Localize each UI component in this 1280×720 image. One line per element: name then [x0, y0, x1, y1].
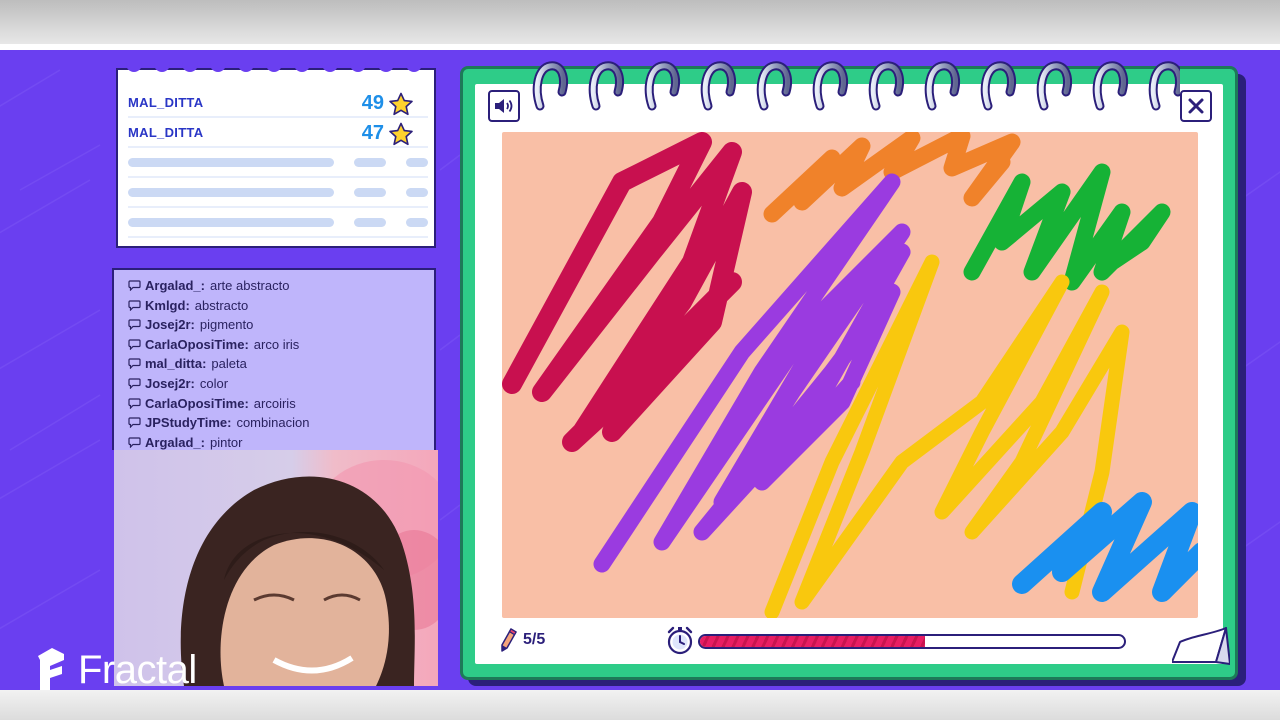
speech-bubble-icon [128, 437, 141, 448]
score-player-name: MAL_DITTA [128, 95, 204, 110]
empty-score-slot [354, 158, 386, 167]
empty-score-slot [128, 218, 334, 227]
pencil-icon [501, 628, 517, 652]
empty-score-slot [406, 158, 428, 167]
speech-bubble-icon [128, 319, 141, 331]
chat-message: Josej2r: color [128, 374, 228, 393]
speech-bubble-icon [128, 280, 141, 291]
chat-message: CarlaOposiTime: arcoiris [128, 394, 296, 413]
scoreboard-scallop-edge [126, 62, 422, 72]
score-points: 49 [361, 92, 384, 114]
speech-bubble-icon [128, 299, 141, 311]
chat-text: pigmento [199, 317, 254, 333]
chat-username: Kmlgd: [145, 297, 190, 313]
timer-bar [698, 634, 1126, 649]
bottom-blurred-band [0, 690, 1280, 720]
chat-username: Argalad_: [145, 278, 205, 293]
round-label: 5/5 [523, 631, 546, 648]
chat-text: abstracto [194, 297, 249, 313]
chat-message: Argalad_: pintor [128, 433, 243, 452]
score-divider [128, 236, 428, 238]
chat-username: CarlaOposiTime: [145, 336, 249, 352]
guess-chat: Argalad_: arte abstracto Kmlgd: abstract… [112, 268, 436, 450]
scribble-drawing [502, 132, 1198, 618]
chat-text: color [199, 376, 229, 391]
speech-bubble-icon [128, 358, 141, 370]
scoreboard: MAL_DITTA 49 MAL_DITTA 47 [116, 62, 436, 248]
speech-bubble-icon [128, 397, 141, 409]
speaker-icon [495, 99, 513, 113]
alarm-clock-icon [667, 626, 693, 655]
brand-logo-text: Fractal [78, 648, 197, 692]
chat-message: mal_ditta: paleta [128, 354, 247, 373]
chat-message: JPStudyTime: combinacion [128, 413, 309, 432]
score-divider [128, 116, 428, 118]
score-divider [128, 176, 428, 178]
score-row: MAL_DITTA 49 [128, 92, 428, 116]
speech-bubble-icon [128, 378, 141, 389]
chat-message: Kmlgd: abstracto [128, 296, 248, 315]
sound-toggle-button[interactable] [488, 90, 520, 122]
fractal-logo-mark [38, 648, 64, 690]
score-player-name: MAL_DITTA [128, 125, 204, 140]
timer-bar-fill [700, 636, 925, 647]
score-divider [128, 206, 428, 208]
chat-username: JPStudyTime: [145, 415, 232, 431]
speech-bubble-icon [128, 417, 141, 429]
chat-username: Josej2r: [145, 376, 195, 391]
speech-bubble-icon [128, 339, 141, 350]
drawing-canvas[interactable] [502, 132, 1198, 618]
notebook-rings [532, 61, 1180, 111]
chat-username: Josej2r: [145, 317, 195, 333]
close-icon [1188, 98, 1204, 114]
chat-text: combinacion [236, 415, 310, 431]
chat-text: paleta [211, 356, 247, 372]
star-icon [389, 122, 413, 146]
chat-username: mal_ditta: [145, 356, 207, 372]
star-icon [389, 92, 413, 116]
chat-username: Argalad_: [145, 434, 205, 450]
empty-score-slot [406, 188, 428, 197]
score-points: 47 [361, 122, 384, 144]
chat-text: arco iris [253, 336, 300, 352]
round-counter: 5/5 [500, 628, 545, 652]
chat-message: Argalad_: arte abstracto [128, 276, 289, 295]
chat-message: CarlaOposiTime: arco iris [128, 335, 299, 354]
top-blurred-band [0, 0, 1280, 46]
chat-message: Josej2r: pigmento [128, 315, 253, 334]
empty-score-slot [128, 188, 334, 197]
score-divider [128, 146, 428, 148]
green-stroke [963, 163, 1171, 291]
chat-text: pintor [209, 434, 243, 450]
chat-text: arcoiris [253, 395, 296, 411]
blue-stroke [1012, 492, 1198, 602]
chat-username: CarlaOposiTime: [145, 395, 249, 411]
score-row: MAL_DITTA 47 [128, 122, 428, 146]
empty-score-slot [406, 218, 428, 227]
chat-text: arte abstracto [209, 278, 290, 293]
empty-score-slot [128, 158, 334, 167]
page-curl [1172, 627, 1230, 665]
empty-score-slot [354, 218, 386, 227]
close-button[interactable] [1180, 90, 1212, 122]
empty-score-slot [354, 188, 386, 197]
